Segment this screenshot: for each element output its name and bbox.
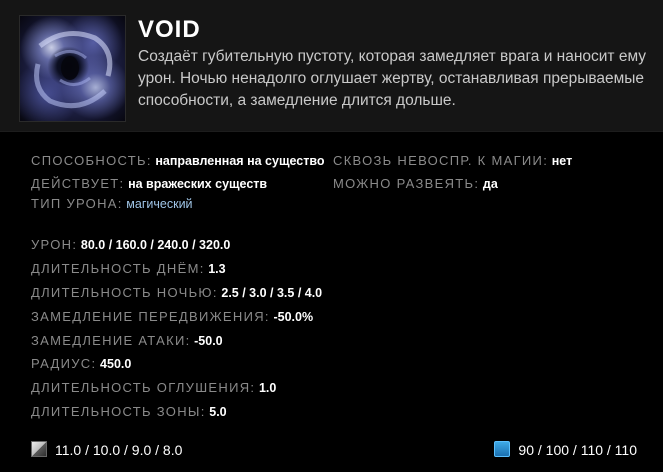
stat-label: РАДИУС:: [31, 356, 97, 371]
stat-value: 5.0: [209, 405, 227, 419]
stat-value: 2.5 / 3.0 / 3.5 / 4.0: [221, 286, 323, 300]
property-value: да: [482, 177, 498, 191]
stat-label: ЗАМЕДЛЕНИЕ ПЕРЕДВИЖЕНИЯ:: [31, 309, 270, 324]
stat-damage: УРОН: 80.0 / 160.0 / 240.0 / 320.0: [31, 237, 230, 252]
stat-stun-duration: ДЛИТЕЛЬНОСТЬ ОГЛУШЕНИЯ: 1.0: [31, 380, 276, 395]
property-value: направленная на существо: [155, 154, 325, 168]
stat-day-duration: ДЛИТЕЛЬНОСТЬ ДНЁМ: 1.3: [31, 261, 226, 276]
stat-label: ДЛИТЕЛЬНОСТЬ НОЧЬЮ:: [31, 285, 218, 300]
property-label: ТИП УРОНА:: [31, 196, 123, 211]
ability-tooltip: VOID Создаёт губительную пустоту, котора…: [0, 0, 663, 472]
stat-move-slow: ЗАМЕДЛЕНИЕ ПЕРЕДВИЖЕНИЯ: -50.0%: [31, 309, 313, 324]
mana-icon: [494, 441, 511, 457]
stat-value: -50.0%: [273, 310, 314, 324]
stat-label: ДЛИТЕЛЬНОСТЬ ЗОНЫ:: [31, 404, 206, 419]
mana-value: 90 / 100 / 110 / 110: [518, 442, 637, 458]
stat-radius: РАДИУС: 450.0: [31, 356, 131, 371]
stat-value: 80.0 / 160.0 / 240.0 / 320.0: [80, 238, 231, 252]
stat-value: 450.0: [100, 357, 132, 371]
ability-description: Создаёт губительную пустоту, которая зам…: [138, 48, 647, 109]
property-label: МОЖНО РАЗВЕЯТЬ:: [333, 176, 480, 191]
stat-value: -50.0: [194, 334, 223, 348]
stat-night-duration: ДЛИТЕЛЬНОСТЬ НОЧЬЮ: 2.5 / 3.0 / 3.5 / 4.…: [31, 285, 322, 300]
cooldown-icon: [31, 441, 47, 457]
stat-zone-duration: ДЛИТЕЛЬНОСТЬ ЗОНЫ: 5.0: [31, 404, 227, 419]
property-label: ДЕЙСТВУЕТ:: [31, 176, 125, 191]
mana-cost: 90 / 100 / 110 / 110: [494, 441, 637, 458]
stat-label: ДЛИТЕЛЬНОСТЬ ОГЛУШЕНИЯ:: [31, 380, 256, 395]
property-value: магический: [126, 197, 193, 211]
property-label: СПОСОБНОСТЬ:: [31, 153, 152, 168]
property-pierces-immunity: СКВОЗЬ НЕВОСПР. К МАГИИ: нет: [333, 153, 572, 168]
cooldown-value: 11.0 / 10.0 / 9.0 / 8.0: [55, 442, 183, 458]
property-damage-type: ТИП УРОНА: магический: [31, 196, 193, 211]
property-dispellable: МОЖНО РАЗВЕЯТЬ: да: [333, 176, 498, 191]
tooltip-header: VOID Создаёт губительную пустоту, котора…: [0, 0, 663, 132]
stat-label: ДЛИТЕЛЬНОСТЬ ДНЁМ:: [31, 261, 205, 276]
property-affects: ДЕЙСТВУЕТ: на вражеских существ: [31, 176, 267, 191]
stat-value: 1.0: [258, 381, 277, 395]
stat-label: ЗАМЕДЛЕНИЕ АТАКИ:: [31, 333, 191, 348]
property-value: на вражеских существ: [128, 177, 268, 191]
stat-value: 1.3: [208, 262, 226, 276]
property-label: СКВОЗЬ НЕВОСПР. К МАГИИ:: [333, 153, 549, 168]
property-value: нет: [551, 154, 573, 168]
property-ability-type: СПОСОБНОСТЬ: направленная на существо: [31, 153, 325, 168]
void-swirl-icon: [19, 15, 126, 122]
cooldown-cost: 11.0 / 10.0 / 9.0 / 8.0: [31, 441, 182, 458]
stat-attack-slow: ЗАМЕДЛЕНИЕ АТАКИ: -50.0: [31, 333, 223, 348]
ability-name: VOID: [138, 16, 201, 43]
stat-label: УРОН:: [31, 237, 78, 252]
